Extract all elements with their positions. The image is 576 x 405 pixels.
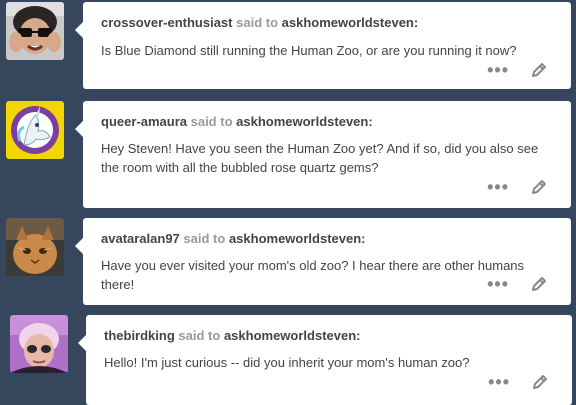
recipient-username[interactable]: askhomeworldsteven: [236,114,373,129]
avatar[interactable] [6,101,64,159]
pencil-icon[interactable] [529,60,549,80]
said-to-label: said to [236,15,279,30]
asker-username[interactable]: thebirdking [104,328,175,343]
ask-card: queer-amaura said to askhomeworldsteven:… [75,101,571,208]
pencil-icon[interactable] [529,177,549,197]
ask-header: queer-amaura said to askhomeworldsteven: [101,114,373,129]
question-text: Is Blue Diamond still running the Human … [101,43,517,58]
ask-header: crossover-enthusiast said to askhomeworl… [101,15,418,30]
post-controls: ••• [487,274,549,294]
post-controls: ••• [487,60,549,80]
avatar[interactable] [6,218,64,276]
ask-card: crossover-enthusiast said to askhomeworl… [75,2,571,89]
ask-card: thebirdking said to askhomeworldsteven: … [78,315,572,405]
recipient-username[interactable]: askhomeworldsteven: [229,231,366,246]
more-dots-icon[interactable]: ••• [487,178,509,196]
ask-card: avataralan97 said to askhomeworldsteven:… [75,218,571,305]
said-to-label: said to [183,231,226,246]
more-dots-icon[interactable]: ••• [487,61,509,79]
avatar[interactable] [10,315,68,373]
post-controls: ••• [488,372,550,392]
asker-username[interactable]: queer-amaura [101,114,187,129]
pencil-icon[interactable] [530,372,550,392]
pencil-icon[interactable] [529,274,549,294]
asker-username[interactable]: crossover-enthusiast [101,15,233,30]
ask-header: avataralan97 said to askhomeworldsteven: [101,231,365,246]
question-text: Hello! I'm just curious -- did you inher… [104,355,470,370]
asker-username[interactable]: avataralan97 [101,231,180,246]
more-dots-icon[interactable]: ••• [488,373,510,391]
ask-header: thebirdking said to askhomeworldsteven: [104,328,360,343]
avatar[interactable] [6,2,64,60]
said-to-label: said to [190,114,233,129]
ask-feed: crossover-enthusiast said to askhomeworl… [0,0,576,405]
recipient-username[interactable]: askhomeworldsteven: [224,328,361,343]
said-to-label: said to [178,328,221,343]
question-text: Hey Steven! Have you seen the Human Zoo … [101,141,539,175]
more-dots-icon[interactable]: ••• [487,275,509,293]
post-controls: ••• [487,177,549,197]
recipient-username[interactable]: askhomeworldsteven: [282,15,419,30]
